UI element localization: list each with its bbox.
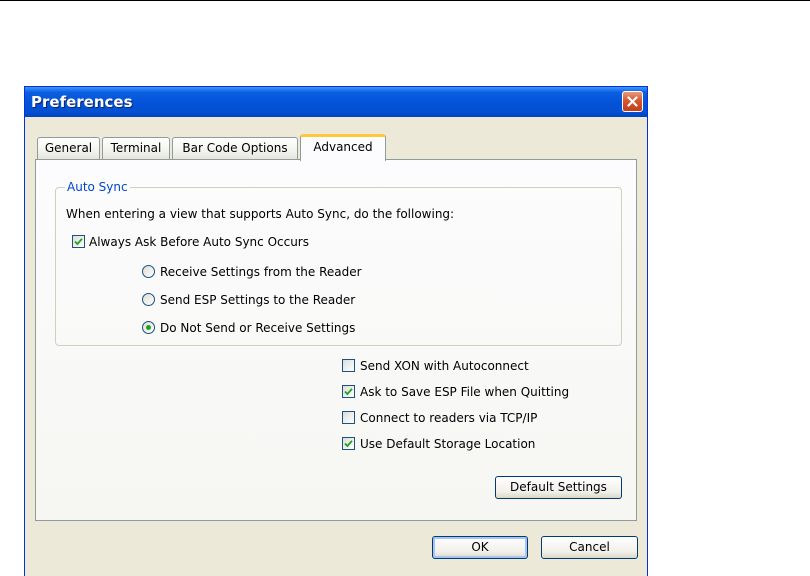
advanced-tab-panel: Auto Sync When entering a view that supp… — [35, 159, 637, 521]
tab-advanced-label: Advanced — [313, 140, 373, 154]
connect-tcpip-label[interactable]: Connect to readers via TCP/IP — [360, 411, 537, 425]
title-bar[interactable]: Preferences — [25, 87, 647, 117]
use-default-storage-checkbox[interactable] — [342, 437, 355, 450]
ask-save-esp-checkbox[interactable] — [342, 385, 355, 398]
default-settings-button[interactable]: Default Settings — [495, 476, 622, 499]
tab-bar-code-options-label: Bar Code Options — [182, 141, 288, 155]
tab-advanced[interactable]: Advanced — [300, 134, 386, 161]
connect-tcpip-checkbox[interactable] — [342, 411, 355, 424]
receive-settings-label[interactable]: Receive Settings from the Reader — [160, 265, 362, 279]
tab-terminal[interactable]: Terminal — [102, 137, 170, 159]
auto-sync-description: When entering a view that supports Auto … — [66, 207, 455, 221]
close-button[interactable] — [622, 91, 643, 112]
ask-save-esp-label[interactable]: Ask to Save ESP File when Quitting — [360, 385, 569, 399]
auto-sync-group-label: Auto Sync — [65, 180, 130, 194]
checkmark-icon — [344, 440, 353, 448]
do-not-send-receive-radio[interactable] — [142, 321, 155, 334]
checkmark-icon — [344, 388, 353, 396]
do-not-send-receive-label[interactable]: Do Not Send or Receive Settings — [160, 321, 355, 335]
cancel-button[interactable]: Cancel — [541, 536, 638, 559]
always-ask-label[interactable]: Always Ask Before Auto Sync Occurs — [89, 235, 309, 249]
radio-selected-dot — [146, 325, 151, 330]
always-ask-checkbox[interactable] — [72, 235, 85, 248]
close-x-icon — [627, 96, 638, 107]
checkmark-icon — [74, 238, 83, 246]
send-xon-checkbox[interactable] — [342, 359, 355, 372]
tab-general-label: General — [44, 141, 93, 155]
top-border-line — [0, 0, 810, 1]
preferences-dialog: Preferences General Terminal Bar Code Op… — [24, 86, 648, 576]
tab-general[interactable]: General — [37, 137, 100, 159]
tab-bar-code-options[interactable]: Bar Code Options — [172, 137, 298, 159]
window-title: Preferences — [31, 93, 133, 111]
send-esp-settings-label[interactable]: Send ESP Settings to the Reader — [160, 293, 355, 307]
use-default-storage-label[interactable]: Use Default Storage Location — [360, 437, 535, 451]
send-xon-label[interactable]: Send XON with Autoconnect — [360, 359, 529, 373]
send-esp-settings-radio[interactable] — [142, 293, 155, 306]
receive-settings-radio[interactable] — [142, 265, 155, 278]
ok-button[interactable]: OK — [432, 536, 528, 559]
auto-sync-groupbox: Auto Sync When entering a view that supp… — [55, 180, 622, 346]
tab-terminal-label: Terminal — [110, 141, 162, 155]
